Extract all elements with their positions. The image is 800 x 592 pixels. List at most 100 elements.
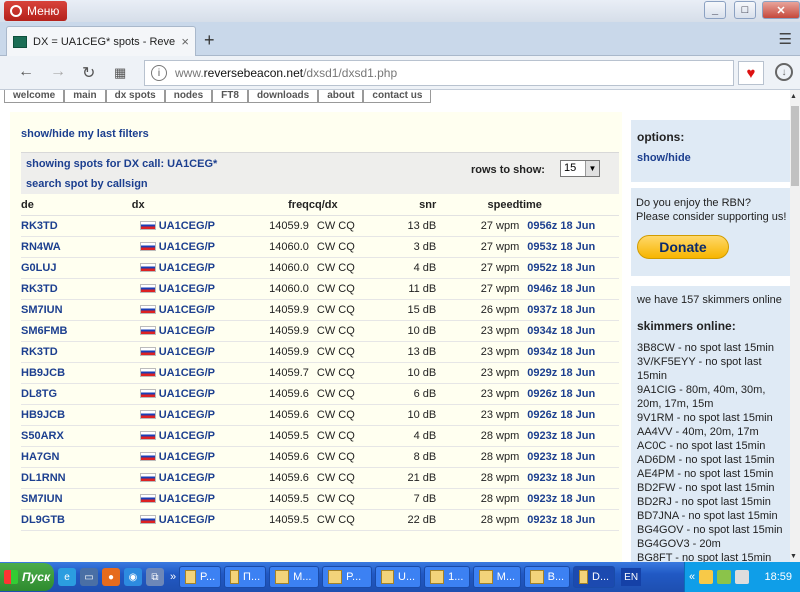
- spotter-link[interactable]: SM6FMB: [21, 320, 132, 342]
- time-link[interactable]: 0926z 18 Jun: [519, 383, 619, 405]
- language-indicator[interactable]: EN: [621, 568, 642, 586]
- time-link[interactable]: 0923z 18 Jun: [519, 467, 619, 489]
- site-nav-item[interactable]: welcome: [4, 90, 65, 103]
- taskbar-window-button[interactable]: P...: [322, 566, 373, 588]
- time-link[interactable]: 0923z 18 Jun: [519, 446, 619, 468]
- spotter-link[interactable]: HA7GN: [21, 446, 132, 468]
- download-icon[interactable]: ↓: [775, 63, 793, 81]
- close-window-button[interactable]: ✕: [762, 1, 800, 19]
- spotter-link[interactable]: DL8TG: [21, 383, 132, 405]
- tab-active[interactable]: DX = UA1CEG* spots - Rever ×: [6, 26, 196, 56]
- time-link[interactable]: 0934z 18 Jun: [519, 320, 619, 342]
- taskbar-window-button[interactable]: M...: [473, 566, 522, 588]
- donate-button[interactable]: Donate: [637, 235, 729, 259]
- time-link[interactable]: 0952z 18 Jun: [519, 257, 619, 279]
- tray-volume-icon[interactable]: [735, 570, 750, 584]
- dx-call-link[interactable]: UA1CEG/P: [159, 409, 215, 421]
- site-nav-item[interactable]: main: [64, 90, 106, 103]
- dx-call-link[interactable]: UA1CEG/P: [159, 346, 215, 358]
- taskbar-window-button[interactable]: P...: [179, 566, 222, 588]
- switch-windows-icon[interactable]: ⧉: [146, 568, 164, 586]
- desktop-icon[interactable]: ▭: [80, 568, 98, 586]
- new-tab-button[interactable]: +: [204, 30, 215, 51]
- site-nav-item[interactable]: FT8: [212, 90, 248, 103]
- time-link[interactable]: 0923z 18 Jun: [519, 509, 619, 531]
- time-link[interactable]: 0946z 18 Jun: [519, 278, 619, 300]
- options-show-hide-link[interactable]: show/hide: [637, 152, 691, 164]
- opera-menu-button[interactable]: Меню: [4, 1, 68, 21]
- site-info-icon[interactable]: i: [151, 65, 167, 81]
- reload-icon[interactable]: ↻: [82, 63, 95, 83]
- time-link[interactable]: 0923z 18 Jun: [519, 425, 619, 447]
- mode-cell: CW CQ: [308, 383, 376, 405]
- time-link[interactable]: 0956z 18 Jun: [519, 215, 619, 237]
- dx-call-link[interactable]: UA1CEG/P: [159, 472, 215, 484]
- taskbar-window-button[interactable]: 1...: [424, 566, 471, 588]
- spotter-link[interactable]: S50ARX: [21, 425, 132, 447]
- scroll-up-icon[interactable]: ▲: [790, 93, 797, 100]
- speed-dial-grid-icon[interactable]: ▦: [114, 65, 126, 81]
- show-hide-filters-link[interactable]: show/hide my last filters: [21, 128, 149, 140]
- app-icon[interactable]: ◉: [124, 568, 142, 586]
- minimize-button[interactable]: _: [704, 1, 726, 19]
- site-nav-item[interactable]: contact us: [363, 90, 432, 103]
- spotter-link[interactable]: RK3TD: [21, 278, 132, 300]
- spotter-link[interactable]: DL1RNN: [21, 467, 132, 489]
- site-nav-item[interactable]: dx spots: [105, 90, 165, 103]
- dx-call-link[interactable]: UA1CEG/P: [159, 514, 215, 526]
- tray-network-icon[interactable]: [717, 570, 732, 584]
- firefox-icon[interactable]: ●: [102, 568, 120, 586]
- scroll-thumb[interactable]: [791, 106, 799, 186]
- dx-call-link[interactable]: UA1CEG/P: [159, 388, 215, 400]
- time-link[interactable]: 0953z 18 Jun: [519, 236, 619, 258]
- dx-call-link[interactable]: UA1CEG/P: [159, 325, 215, 337]
- dx-call-link[interactable]: UA1CEG/P: [159, 367, 215, 379]
- back-arrow-icon[interactable]: ←: [18, 63, 34, 81]
- taskbar-window-button[interactable]: M...: [269, 566, 320, 588]
- dx-call-link[interactable]: UA1CEG/P: [159, 220, 215, 232]
- spotter-link[interactable]: SM7IUN: [21, 488, 132, 510]
- scroll-down-icon[interactable]: ▼: [790, 553, 797, 560]
- time-link[interactable]: 0926z 18 Jun: [519, 404, 619, 426]
- spotter-link[interactable]: SM7IUN: [21, 299, 132, 321]
- tab-menu-icon[interactable]: ☰: [779, 30, 792, 48]
- taskbar-window-button[interactable]: U...: [375, 566, 422, 588]
- vertical-scrollbar[interactable]: ▲ ▼: [790, 90, 800, 562]
- dx-call-link[interactable]: UA1CEG/P: [159, 283, 215, 295]
- ie-icon[interactable]: e: [58, 568, 76, 586]
- site-nav-item[interactable]: downloads: [247, 90, 319, 103]
- spotter-link[interactable]: RK3TD: [21, 215, 132, 237]
- rows-to-show-select[interactable]: 15 ▼: [560, 160, 600, 177]
- time-link[interactable]: 0929z 18 Jun: [519, 362, 619, 384]
- taskbar-window-button[interactable]: B...: [524, 566, 571, 588]
- spotter-link[interactable]: RN4WA: [21, 236, 132, 258]
- heart-icon[interactable]: ♥: [738, 61, 764, 85]
- search-spot-link[interactable]: search spot by callsign: [26, 178, 148, 190]
- spotter-link[interactable]: DL9GTB: [21, 509, 132, 531]
- forward-arrow-icon[interactable]: →: [50, 63, 66, 81]
- dx-call-link[interactable]: UA1CEG/P: [159, 493, 215, 505]
- time-link[interactable]: 0934z 18 Jun: [519, 341, 619, 363]
- site-nav-item[interactable]: nodes: [164, 90, 213, 103]
- dx-call-link[interactable]: UA1CEG/P: [159, 451, 215, 463]
- skimmers-title: skimmers online:: [637, 319, 736, 333]
- dx-call-link[interactable]: UA1CEG/P: [159, 262, 215, 274]
- taskbar-window-button[interactable]: П...: [224, 566, 267, 588]
- site-nav-item[interactable]: about: [318, 90, 364, 103]
- dx-call-link[interactable]: UA1CEG/P: [159, 241, 215, 253]
- time-link[interactable]: 0923z 18 Jun: [519, 488, 619, 510]
- taskbar-window-button[interactable]: D...: [573, 566, 616, 588]
- dx-call-link[interactable]: UA1CEG/P: [159, 430, 215, 442]
- tray-expand-icon[interactable]: «: [689, 571, 695, 583]
- spotter-link[interactable]: G0LUJ: [21, 257, 132, 279]
- dx-call-link[interactable]: UA1CEG/P: [159, 304, 215, 316]
- spotter-link[interactable]: HB9JCB: [21, 404, 132, 426]
- spotter-link[interactable]: RK3TD: [21, 341, 132, 363]
- tray-clock-app-icon[interactable]: [699, 570, 714, 584]
- maximize-button[interactable]: □: [734, 1, 756, 19]
- spotter-link[interactable]: HB9JCB: [21, 362, 132, 384]
- tab-close-button[interactable]: ×: [181, 34, 189, 49]
- start-button[interactable]: Пуск: [0, 563, 54, 591]
- time-link[interactable]: 0937z 18 Jun: [519, 299, 619, 321]
- address-bar[interactable]: i www. reversebeacon.net/dxsd1/dxsd1.php: [144, 60, 734, 86]
